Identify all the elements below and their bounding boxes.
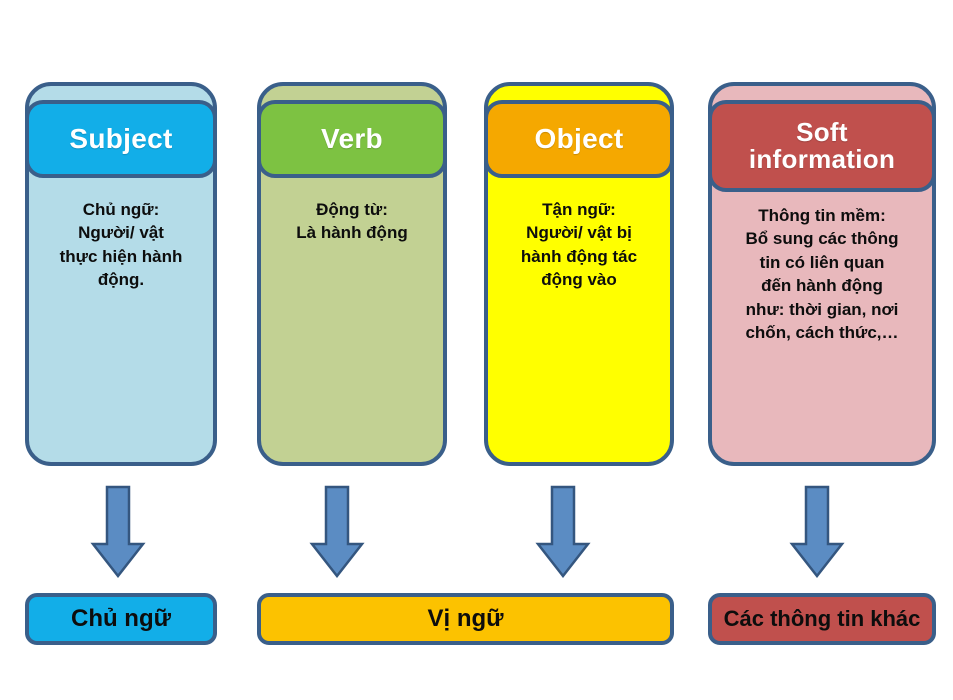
arrow-object-icon (535, 485, 591, 578)
arrow-shape (90, 485, 146, 578)
column-header-subject[interactable]: Subject (25, 100, 217, 178)
arrow-shape (309, 485, 365, 578)
column-body-object: Tận ngữ: Người/ vật bị hành động tác độn… (520, 200, 638, 290)
column-header-verb[interactable]: Verb (257, 100, 447, 178)
column-card-object: Object Tận ngữ: Người/ vật bị hành động t… (484, 82, 674, 466)
result-pill-cac-thong-tin-khac[interactable]: Các thông tin khác (708, 593, 936, 645)
column-header-soft-information[interactable]: Soft information (708, 100, 936, 192)
column-card-verb: Verb Động từ: Là hành động (257, 82, 447, 466)
arrow-verb-icon (309, 485, 365, 578)
column-body-verb: Động từ: Là hành động (296, 200, 408, 243)
column-card-subject: Subject Chủ ngữ: Người/ vật thực hiện hàn… (25, 82, 217, 466)
diagram-canvas: Subject Chủ ngữ: Người/ vật thực hiện hàn… (0, 0, 953, 700)
column-card-soft-information: Soft information Thông tin mềm: Bổ sung c… (708, 82, 936, 466)
column-body-soft-information: Thông tin mềm: Bổ sung các thông tin có … (745, 206, 899, 343)
arrow-shape (535, 485, 591, 578)
column-body-subject: Chủ ngữ: Người/ vật thực hiện hành động. (59, 200, 183, 290)
result-pill-chu-ngu[interactable]: Chủ ngữ (25, 593, 217, 645)
column-header-object[interactable]: Object (484, 100, 674, 178)
result-pill-vi-ngu[interactable]: Vị ngữ (257, 593, 674, 645)
arrow-subject-icon (90, 485, 146, 578)
arrow-shape (789, 485, 845, 578)
arrow-soft-information-icon (789, 485, 845, 578)
